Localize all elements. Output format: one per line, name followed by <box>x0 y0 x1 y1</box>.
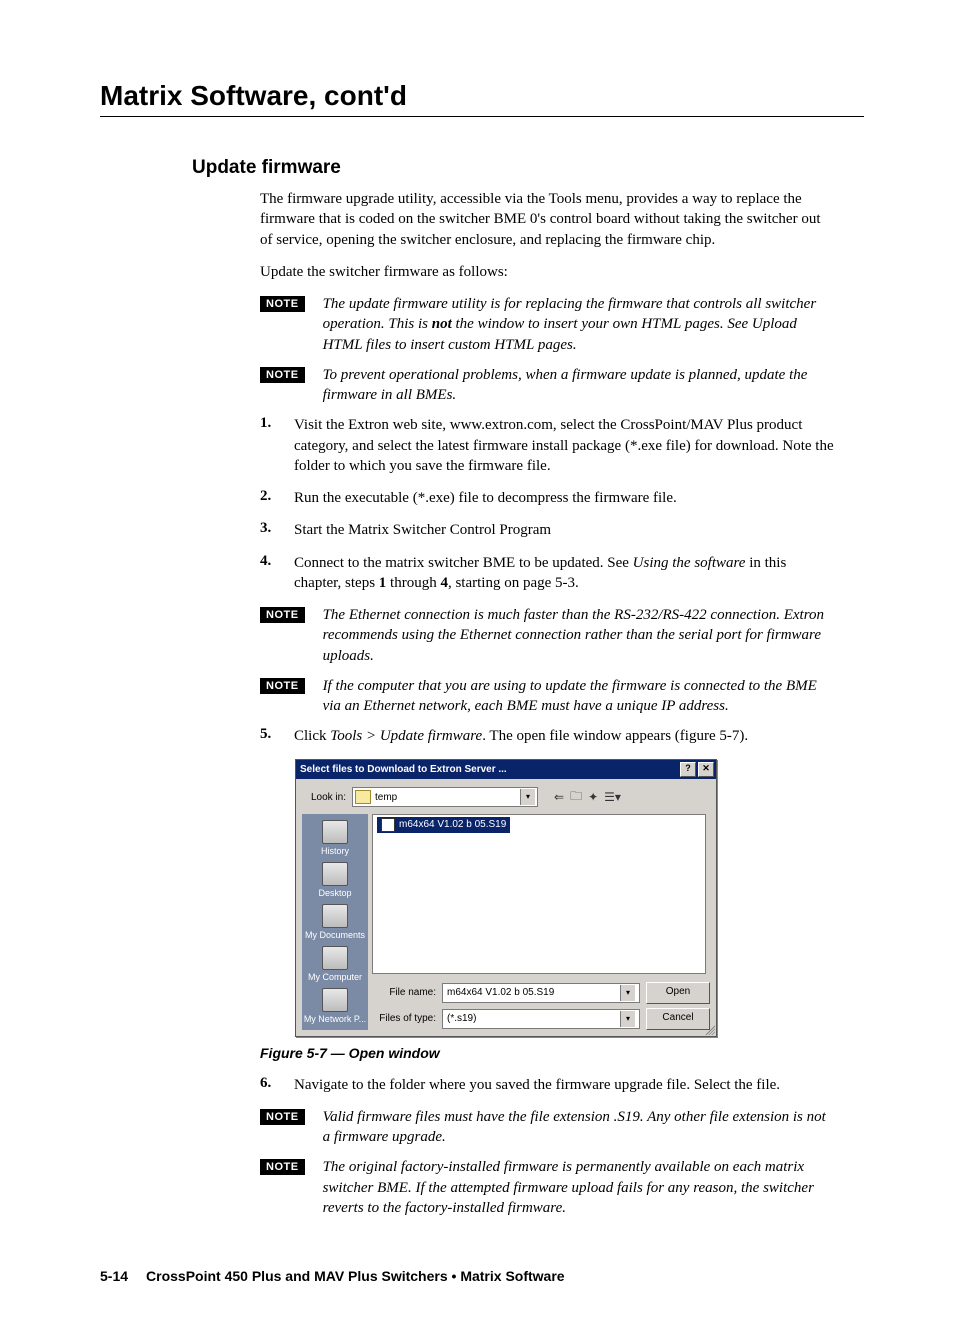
note-badge: NOTE <box>260 1159 305 1175</box>
chapter-title: Matrix Software, cont'd <box>100 80 864 112</box>
note-badge: NOTE <box>260 678 305 694</box>
lookin-combo[interactable]: temp ▾ <box>352 787 538 807</box>
step-4: 4. Connect to the matrix switcher BME to… <box>260 553 834 594</box>
intro-paragraph-2: Update the switcher firmware as follows: <box>260 262 834 282</box>
step-text: Run the executable (*.exe) file to decom… <box>294 488 834 508</box>
history-icon <box>322 820 348 844</box>
page-footer: 5-14 CrossPoint 450 Plus and MAV Plus Sw… <box>100 1268 864 1284</box>
step-text: Connect to the matrix switcher BME to be… <box>294 553 834 594</box>
step-number: 6. <box>260 1075 294 1092</box>
step-number: 1. <box>260 415 294 432</box>
note-text: The update firmware utility is for repla… <box>323 294 834 355</box>
dialog-title-text: Select files to Download to Extron Serve… <box>300 764 507 775</box>
step-6: 6. Navigate to the folder where you save… <box>260 1075 834 1095</box>
note-6: NOTE The original factory-installed firm… <box>260 1157 834 1218</box>
step-number: 3. <box>260 520 294 537</box>
open-button[interactable]: Open <box>646 982 710 1004</box>
note-badge: NOTE <box>260 296 305 312</box>
filename-label: File name: <box>372 987 436 998</box>
note-text: To prevent operational problems, when a … <box>323 365 834 406</box>
note-text: The Ethernet connection is much faster t… <box>323 605 834 666</box>
note-text: The original factory-installed firmware … <box>323 1157 834 1218</box>
intro-paragraph-1: The firmware upgrade utility, accessible… <box>260 189 834 250</box>
desktop-icon <box>322 862 348 886</box>
title-rule <box>100 116 864 117</box>
step-text: Start the Matrix Switcher Control Progra… <box>294 520 834 540</box>
places-documents[interactable]: My Documents <box>305 904 365 940</box>
page-number: 5-14 <box>100 1268 128 1284</box>
up-folder-icon[interactable]: 🗀 <box>570 787 582 808</box>
filetype-select[interactable]: (*.s19) ▾ <box>442 1009 640 1029</box>
step-number: 4. <box>260 553 294 570</box>
note-4: NOTE If the computer that you are using … <box>260 676 834 717</box>
chevron-down-icon[interactable]: ▾ <box>620 985 635 1001</box>
cancel-button[interactable]: Cancel <box>646 1008 710 1030</box>
step-text: Navigate to the folder where you saved t… <box>294 1075 834 1095</box>
chevron-down-icon[interactable]: ▾ <box>620 1011 635 1027</box>
note-badge: NOTE <box>260 1109 305 1125</box>
folder-icon <box>355 790 371 804</box>
places-history[interactable]: History <box>321 820 349 856</box>
network-icon <box>322 988 348 1012</box>
step-5: 5. Click Tools > Update firmware. The op… <box>260 726 834 746</box>
views-icon[interactable]: ☰▾ <box>604 790 621 804</box>
figure-caption: Figure 5-7 — Open window <box>260 1045 834 1061</box>
places-desktop[interactable]: Desktop <box>318 862 351 898</box>
note-3: NOTE The Ethernet connection is much fas… <box>260 605 834 666</box>
new-folder-icon[interactable]: ✦ <box>588 790 598 804</box>
step-text: Click Tools > Update firmware. The open … <box>294 726 834 746</box>
file-icon <box>381 818 395 832</box>
step-1: 1. Visit the Extron web site, www.extron… <box>260 415 834 476</box>
help-button[interactable]: ? <box>680 762 696 777</box>
note-1: NOTE The update firmware utility is for … <box>260 294 834 355</box>
dialog-titlebar[interactable]: Select files to Download to Extron Serve… <box>296 760 716 779</box>
computer-icon <box>322 946 348 970</box>
lookin-label: Look in: <box>302 792 346 803</box>
footer-text: CrossPoint 450 Plus and MAV Plus Switche… <box>146 1268 565 1284</box>
step-number: 5. <box>260 726 294 743</box>
step-3: 3. Start the Matrix Switcher Control Pro… <box>260 520 834 540</box>
note-text: If the computer that you are using to up… <box>323 676 834 717</box>
note-2: NOTE To prevent operational problems, wh… <box>260 365 834 406</box>
file-item-selected[interactable]: m64x64 V1.02 b 05.S19 <box>377 817 510 833</box>
lookin-value: temp <box>375 792 397 803</box>
places-bar: History Desktop My Documents My Computer… <box>302 814 368 1030</box>
step-number: 2. <box>260 488 294 505</box>
note-badge: NOTE <box>260 367 305 383</box>
close-button[interactable]: ✕ <box>698 762 714 777</box>
note-5: NOTE Valid firmware files must have the … <box>260 1107 834 1148</box>
open-file-dialog: Select files to Download to Extron Serve… <box>295 759 717 1037</box>
step-text: Visit the Extron web site, www.extron.co… <box>294 415 834 476</box>
places-network[interactable]: My Network P... <box>304 988 366 1024</box>
documents-icon <box>322 904 348 928</box>
step-2: 2. Run the executable (*.exe) file to de… <box>260 488 834 508</box>
back-icon[interactable]: ⇐ <box>554 790 564 804</box>
chevron-down-icon[interactable]: ▾ <box>520 789 535 805</box>
section-heading: Update firmware <box>192 157 864 179</box>
filetype-label: Files of type: <box>372 1013 436 1024</box>
note-badge: NOTE <box>260 607 305 623</box>
resize-grip-icon[interactable] <box>703 1023 715 1035</box>
note-text: Valid firmware files must have the file … <box>323 1107 834 1148</box>
filename-input[interactable]: m64x64 V1.02 b 05.S19 ▾ <box>442 983 640 1003</box>
places-computer[interactable]: My Computer <box>308 946 362 982</box>
file-list[interactable]: m64x64 V1.02 b 05.S19 <box>372 814 706 974</box>
